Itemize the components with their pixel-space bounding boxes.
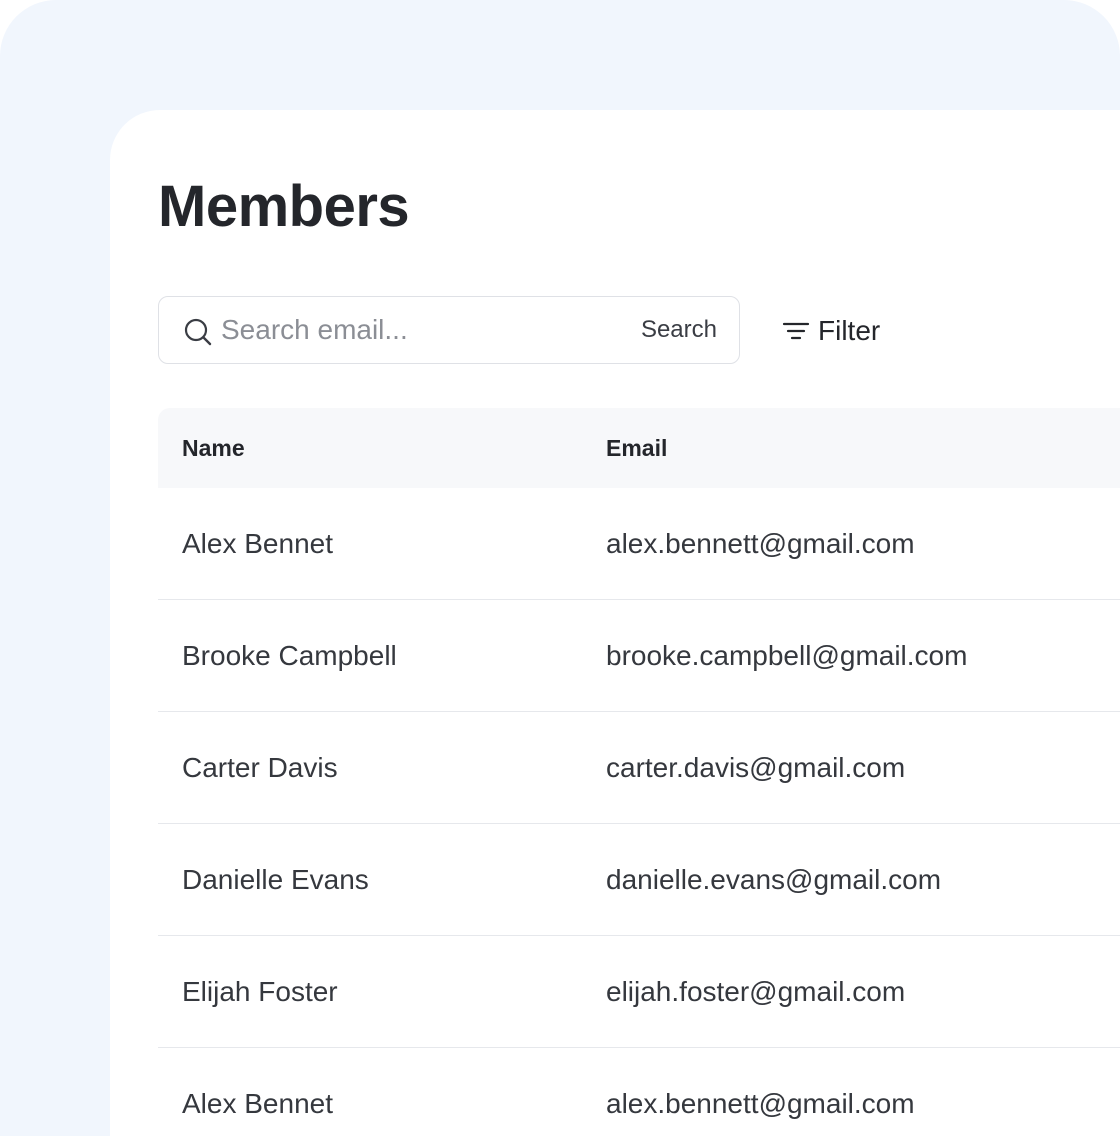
filter-button[interactable]: Filter (782, 308, 880, 354)
member-email: danielle.evans@gmail.com (606, 864, 942, 895)
search-box[interactable]: Search (158, 296, 740, 364)
member-email: alex.bennett@gmail.com (606, 1088, 915, 1119)
member-name: Carter Davis (182, 752, 338, 783)
member-name: Brooke Campbell (182, 640, 397, 671)
page-title: Members (158, 174, 410, 239)
member-email: brooke.campbell@gmail.com (606, 640, 968, 671)
members-table: Name Email Alex Bennet alex.bennett@gmai… (158, 408, 1120, 1136)
column-header-email[interactable]: Email (606, 408, 667, 488)
table-row[interactable]: Elijah Foster elijah.foster@gmail.com (158, 936, 1120, 1048)
member-name: Elijah Foster (182, 976, 338, 1007)
members-panel: Members Search Filter Name Email A (110, 110, 1120, 1136)
table-row[interactable]: Alex Bennet alex.bennett@gmail.com (158, 1048, 1120, 1136)
table-row[interactable]: Carter Davis carter.davis@gmail.com (158, 712, 1120, 824)
table-row[interactable]: Danielle Evans danielle.evans@gmail.com (158, 824, 1120, 936)
table-header: Name Email (158, 408, 1120, 488)
member-name: Danielle Evans (182, 864, 369, 895)
column-header-name[interactable]: Name (182, 408, 245, 488)
search-icon (184, 318, 212, 346)
app-backdrop: Members Search Filter Name Email A (0, 0, 1120, 1136)
member-name: Alex Bennet (182, 528, 333, 559)
filter-label: Filter (818, 315, 881, 346)
table-row[interactable]: Brooke Campbell brooke.campbell@gmail.co… (158, 600, 1120, 712)
member-email: elijah.foster@gmail.com (606, 976, 906, 1007)
search-input[interactable] (221, 307, 601, 353)
table-row[interactable]: Alex Bennet alex.bennett@gmail.com (158, 488, 1120, 600)
member-email: carter.davis@gmail.com (606, 752, 906, 783)
member-email: alex.bennett@gmail.com (606, 528, 915, 559)
filter-icon (782, 322, 810, 340)
member-name: Alex Bennet (182, 1088, 333, 1119)
search-button[interactable]: Search (641, 309, 717, 351)
